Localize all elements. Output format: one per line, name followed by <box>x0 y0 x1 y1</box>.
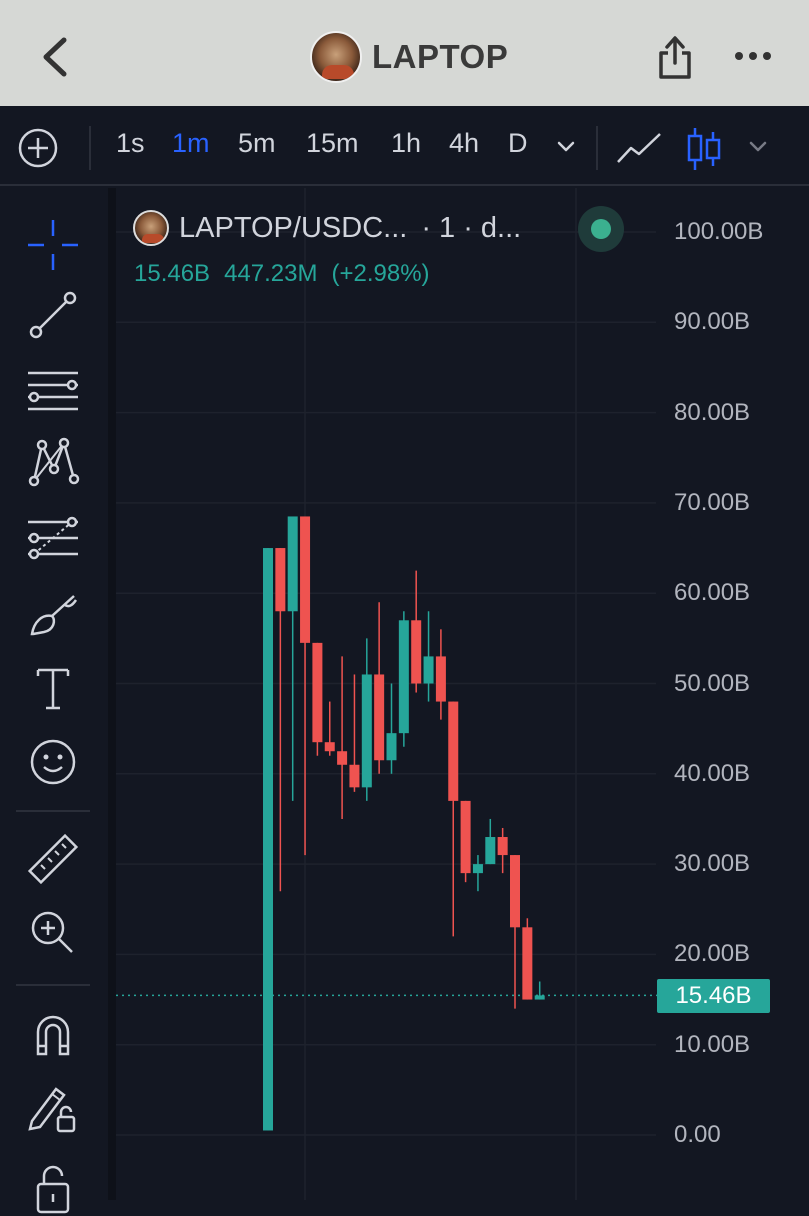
legend-change: 447.23M <box>224 260 318 287</box>
app-header: LAPTOP <box>0 0 809 106</box>
y-tick-label: 0.00 <box>674 1121 721 1148</box>
lock-drawing-icon[interactable] <box>24 1081 82 1139</box>
brush-icon[interactable] <box>24 586 82 644</box>
more-horizontal-icon[interactable] <box>733 46 773 66</box>
candle-body <box>423 656 434 684</box>
emoji-icon[interactable] <box>24 733 82 791</box>
y-tick-label: 50.00B <box>674 669 751 697</box>
toolbar-divider <box>596 126 598 170</box>
zoom-in-icon[interactable] <box>24 904 82 962</box>
timeframe-1s[interactable]: 1s <box>116 128 145 159</box>
sidebar-border <box>108 188 116 1200</box>
candle-body <box>361 674 372 788</box>
title-group: LAPTOP <box>310 30 508 84</box>
y-tick-label: 70.00B <box>674 488 751 516</box>
share-icon[interactable] <box>655 33 695 81</box>
crosshair-icon[interactable] <box>24 216 82 274</box>
candle-body <box>300 516 311 643</box>
candle-body <box>448 701 459 801</box>
candle-body <box>275 548 286 612</box>
candle-body <box>263 548 273 1131</box>
timeframe-d[interactable]: D <box>508 128 528 159</box>
sidebar-divider <box>16 984 90 986</box>
horizontal-lines-icon[interactable] <box>24 363 82 421</box>
candle-body <box>497 837 508 856</box>
y-tick-label: 100.00B <box>674 218 764 245</box>
y-tick-label: 30.00B <box>674 850 751 878</box>
candle-body <box>435 656 446 702</box>
candle-body <box>510 855 520 928</box>
drawing-toolbar <box>0 188 108 1214</box>
fib-icon[interactable] <box>24 510 82 568</box>
chevron-left-icon[interactable] <box>36 34 76 80</box>
y-tick-label: 90.00B <box>674 308 751 336</box>
chevron-down-icon[interactable] <box>555 138 577 156</box>
token-avatar <box>133 210 169 246</box>
market-status-indicator[interactable] <box>578 206 624 252</box>
add-indicator-icon[interactable] <box>18 128 58 168</box>
current-price-label: 15.46B <box>657 979 770 1013</box>
toolbar-divider <box>89 126 91 170</box>
candle-body <box>485 837 496 865</box>
candle-body <box>287 516 298 612</box>
chevron-down-icon[interactable] <box>747 138 769 156</box>
timeframe-1m[interactable]: 1m <box>172 128 210 159</box>
candle-body <box>472 864 483 874</box>
pattern-icon[interactable] <box>24 433 82 491</box>
timeframe-5m[interactable]: 5m <box>238 128 276 159</box>
candle-body <box>522 927 533 1000</box>
status-dot-icon <box>591 219 611 239</box>
candle-body <box>398 620 409 734</box>
line-chart-icon[interactable] <box>615 128 663 168</box>
chart-legend[interactable]: LAPTOP/USDC... · 1 · d... <box>133 210 521 246</box>
chart-toolbar: 1s 1m 5m 15m 1h 4h D <box>0 106 809 186</box>
y-tick-label: 60.00B <box>674 579 751 607</box>
y-tick-label: 20.00B <box>674 940 751 968</box>
legend-symbol: LAPTOP/USDC... <box>179 211 408 244</box>
ruler-icon[interactable] <box>24 831 82 889</box>
candle-body <box>337 751 348 765</box>
y-tick-label: 10.00B <box>674 1030 751 1058</box>
trend-line-icon[interactable] <box>24 286 82 344</box>
candle-body <box>534 995 545 1000</box>
y-tick-label: 80.00B <box>674 398 751 426</box>
legend-meta: · 1 · d... <box>421 211 522 244</box>
candle-body <box>349 764 360 788</box>
timeframe-1h[interactable]: 1h <box>391 128 421 159</box>
legend-last-price: 15.46B <box>134 260 211 287</box>
text-icon[interactable] <box>24 660 82 718</box>
sidebar-divider <box>16 810 90 812</box>
legend-values: 15.46B 447.23M (+2.98%) <box>134 260 430 288</box>
candle-body <box>460 800 471 874</box>
legend-change-pct: (+2.98%) <box>331 260 430 287</box>
y-tick-label: 40.00B <box>674 759 751 787</box>
candle-body <box>312 642 323 743</box>
timeframe-15m[interactable]: 15m <box>306 128 359 159</box>
candle-body <box>411 620 422 684</box>
token-avatar <box>310 31 362 83</box>
page-title: LAPTOP <box>372 38 509 75</box>
lock-icon[interactable] <box>24 1158 82 1216</box>
magnet-icon[interactable] <box>24 1006 82 1064</box>
candle-body <box>374 674 385 761</box>
candle-body <box>324 742 335 752</box>
candle-body <box>386 733 397 761</box>
timeframe-4h[interactable]: 4h <box>449 128 479 159</box>
candlestick-chart-icon[interactable] <box>686 124 722 174</box>
